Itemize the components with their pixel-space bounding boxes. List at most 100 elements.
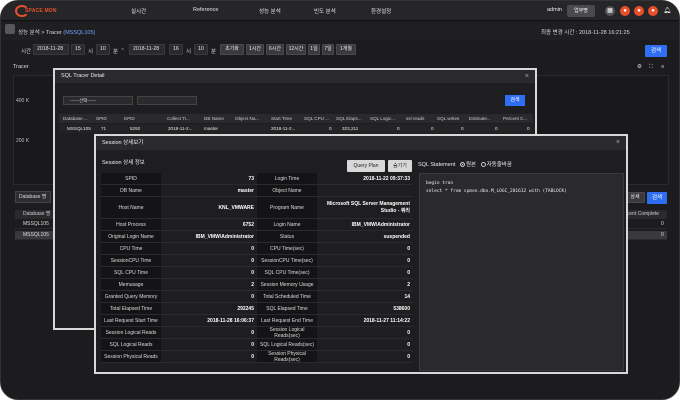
field-value: 0: [251, 293, 254, 300]
session-info-row: CPU Time 0 CPU Time(sec) 0: [101, 243, 413, 255]
col-database: Database 명: [23, 211, 51, 217]
field-value: 0: [407, 269, 410, 276]
cell-sql-elapsed: 323,211: [342, 126, 359, 131]
cell-kpid: 5292: [130, 126, 141, 131]
to-date-input[interactable]: 2018-11-28: [129, 44, 165, 55]
field-label: SessionCPU Time: [101, 255, 161, 266]
modal-title: SQL Tracer Detail: [61, 73, 105, 79]
user-name[interactable]: admin: [547, 7, 562, 13]
chart-settings-icon[interactable]: ⚙: [637, 64, 642, 70]
cell-ssl-reads: 0: [431, 126, 434, 131]
col-percent: Percent C...: [503, 116, 528, 121]
col-sql-logical: SQL Logic...: [370, 116, 396, 121]
column-select[interactable]: ------선택------: [63, 96, 133, 105]
field-label: SessionCPU Time(sec): [257, 255, 317, 266]
cell-percent: 0: [661, 221, 664, 227]
cell-start-time: 2018-11-2...: [271, 126, 296, 131]
filter-input[interactable]: [137, 96, 197, 105]
field-value: 0: [251, 341, 254, 348]
modal-search-button[interactable]: 검색: [505, 95, 525, 106]
chart-expand-icon[interactable]: ⛶: [649, 64, 653, 71]
modal-title-bar: SQL Tracer Detail ×: [55, 70, 535, 83]
field-label: Host Process: [101, 219, 161, 230]
sql-statement-box[interactable]: begin tran select * from spmon.dbo.M_LOG…: [419, 173, 624, 371]
field-label: DB Name: [101, 185, 161, 196]
col-spid: SPID: [96, 116, 107, 121]
field-value: 0: [407, 353, 410, 360]
session-info-row: Host Name KNL_VMWARE Program Name Microsoft…: [101, 197, 413, 219]
close-icon[interactable]: ×: [616, 136, 620, 150]
to-hour-select[interactable]: 16: [169, 44, 183, 55]
logo[interactable]: SPACE MON: [15, 5, 59, 17]
field-label: Total Elapsed Time: [101, 303, 161, 314]
quick-12h-button[interactable]: 12시간: [286, 44, 306, 55]
table-row[interactable]: MSSQL105 71 5292 2018-11-2... master 201…: [59, 124, 533, 133]
from-hour-select[interactable]: 15: [71, 44, 85, 55]
nav-settings[interactable]: 환경설정: [371, 7, 391, 15]
field-value: Microsoft SQL Server Management Studio -…: [327, 201, 410, 214]
col-start-time: Start Time: [271, 116, 292, 121]
field-value: 2: [407, 281, 410, 288]
chart-menu-icon[interactable]: ≡: [661, 64, 664, 70]
warning-icon[interactable]: ●: [634, 6, 644, 16]
nav-frequency[interactable]: 빈도 분석: [314, 7, 336, 15]
field-value: KNL_VMWARE: [218, 204, 254, 211]
col-sql-cpu: SQL CPU ...: [304, 116, 330, 121]
nav-performance[interactable]: 성능 분석: [259, 7, 281, 15]
field-label: CPU Time(sec): [257, 243, 317, 254]
cell-collect-time: 2018-11-2...: [168, 126, 193, 131]
detail-table-header: Database ... SPID KPID Collect Ti... DB …: [59, 114, 533, 123]
quick-1m-button[interactable]: 1개월: [336, 44, 356, 55]
original-radio[interactable]: [459, 162, 465, 168]
field-value: 0: [407, 341, 410, 348]
field-value: 2018-11-28 16:06:37: [207, 317, 254, 324]
field-label: SQL CPU Time: [101, 267, 161, 278]
session-info-row: Last Request Start Time 2018-11-28 16:06:…: [101, 315, 413, 327]
work-name-label: 업무명: [574, 8, 588, 14]
cell-sql-writes: 0: [461, 126, 464, 131]
modal-title: Session 상세보기: [102, 140, 144, 146]
alert-icon[interactable]: ●: [620, 6, 630, 16]
session-info-row: Granted Query Memory 0 Total Scheduled Tim…: [101, 291, 413, 303]
quick-7d-button[interactable]: 7일: [322, 44, 334, 55]
session-info-row: Session Physical Reads 0 Session Physical …: [101, 351, 413, 363]
from-date-input[interactable]: 2018-11-28: [33, 44, 69, 55]
nav-realtime[interactable]: 실시간: [131, 7, 146, 15]
query-plan-button[interactable]: Query Plan: [347, 160, 385, 172]
cell-percent: 0: [527, 126, 530, 131]
col-sql-elapsed: SQL Elaps...: [336, 116, 362, 121]
quick-1h-button[interactable]: 1시간: [246, 44, 264, 55]
cell-sql-logical: 0: [397, 126, 400, 131]
grid-icon[interactable]: ▦: [605, 6, 615, 16]
session-info-row: Total Elapsed Time 292245 SQL Elapsed Time…: [101, 303, 413, 315]
database-name-tab[interactable]: Database 명: [15, 191, 51, 203]
to-min-select[interactable]: 10: [194, 44, 208, 55]
breadcrumb: 성능 분석 > Tracer (MSSQL105): [18, 28, 95, 36]
modal-title-bar: Session 상세보기 ×: [96, 136, 626, 150]
quick-6h-button[interactable]: 6시간: [266, 44, 284, 55]
field-label: SQL Elapsed Time: [257, 303, 317, 314]
work-name-button[interactable]: 업무명: [567, 5, 595, 17]
session-info-title: Session 상세 정보: [102, 160, 145, 166]
field-label: SPID: [101, 173, 161, 184]
quick-1d-button[interactable]: 1일: [308, 44, 320, 55]
nav-reference[interactable]: Reference: [193, 7, 218, 13]
user-icon[interactable]: ●: [648, 6, 658, 16]
hide-button[interactable]: 숨기기: [388, 160, 412, 172]
autowrap-radio[interactable]: [480, 162, 486, 168]
reset-button[interactable]: 초기화: [220, 44, 244, 55]
bottom-search-button[interactable]: 검색: [647, 192, 667, 204]
close-icon[interactable]: ×: [525, 70, 529, 83]
app-window: SPACE MON 실시간 Reference 성능 분석 빈도 분석 환경설정…: [0, 0, 680, 400]
field-value: 2018-11-27 11:14:22: [363, 317, 410, 324]
field-value: 6752: [242, 221, 254, 228]
field-value: IBM_VMW\Administrator: [351, 221, 410, 228]
menu-toggle-icon[interactable]: [5, 24, 15, 34]
search-button[interactable]: 검색: [645, 45, 667, 57]
from-min-select[interactable]: 10: [96, 44, 110, 55]
detail-button[interactable]: 상세: [625, 192, 645, 203]
autowrap-radio-label: 자동줄바꿈: [486, 162, 512, 168]
field-value: 538600: [393, 305, 410, 312]
bell-icon[interactable]: 🔔︎: [662, 6, 672, 16]
field-label: Program Name: [257, 197, 317, 218]
